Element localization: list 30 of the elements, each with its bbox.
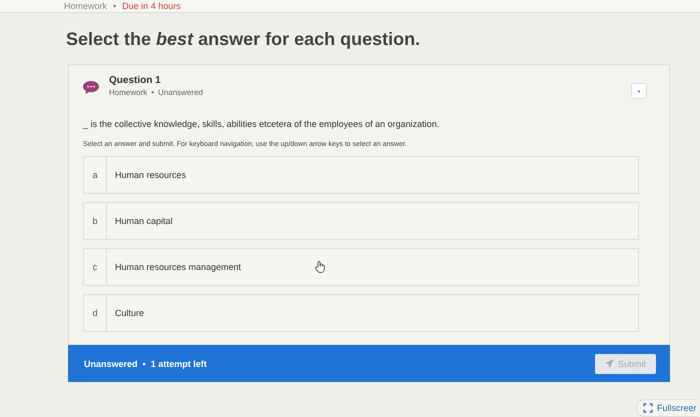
due-text: Due in 4 hours bbox=[122, 1, 181, 11]
separator-dot: • bbox=[113, 1, 116, 11]
answer-status: Unanswered bbox=[84, 358, 138, 368]
answer-option[interactable]: a Human resources bbox=[83, 156, 639, 194]
option-text: Human resources bbox=[115, 170, 186, 180]
question-type: Homework bbox=[109, 88, 148, 97]
pin-button[interactable] bbox=[631, 83, 647, 99]
answer-option[interactable]: c Human resources management bbox=[83, 248, 639, 286]
answer-option[interactable]: b Human capital bbox=[83, 202, 639, 240]
option-letter: b bbox=[84, 203, 107, 239]
attempts-left: 1 attempt left bbox=[150, 358, 207, 368]
page-heading: Select the best answer for each question. bbox=[66, 29, 422, 50]
send-icon bbox=[604, 359, 614, 368]
answer-option[interactable]: d Culture bbox=[83, 294, 639, 332]
option-text: Human capital bbox=[115, 216, 173, 226]
separator-dot: • bbox=[142, 358, 146, 368]
option-text: Culture bbox=[115, 308, 144, 318]
option-letter: d bbox=[84, 295, 107, 331]
top-bar-label: Homework bbox=[64, 1, 108, 11]
question-prompt: _ is the collective knowledge, skills, abilities etcetera of the employees of an organization. bbox=[83, 119, 440, 129]
question-title: Question 1 bbox=[109, 75, 162, 86]
option-text: Human resources management bbox=[115, 262, 242, 272]
option-letter: a bbox=[84, 157, 107, 193]
fullscreen-button[interactable]: Fullscreer bbox=[636, 399, 697, 417]
hand-cursor-icon bbox=[315, 261, 326, 273]
fullscreen-icon bbox=[643, 403, 653, 413]
option-letter: c bbox=[84, 249, 107, 285]
separator-dot: • bbox=[151, 88, 154, 97]
question-status: Unanswered bbox=[158, 88, 203, 97]
chat-bubble-icon bbox=[83, 81, 99, 94]
